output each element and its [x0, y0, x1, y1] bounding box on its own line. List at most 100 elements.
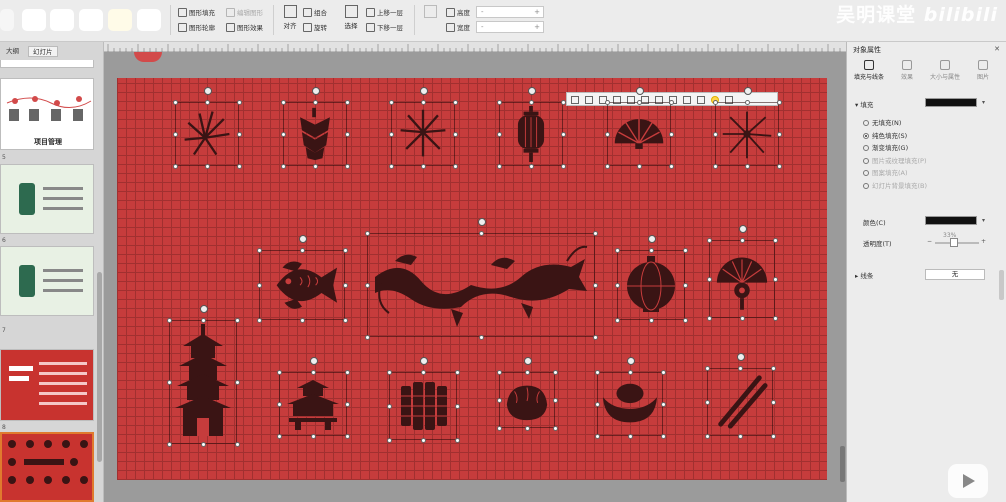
round-fan-icon[interactable] [706, 225, 778, 321]
tab-picture[interactable]: 图片 [965, 60, 1001, 81]
line-section-header[interactable]: ▸ 线条 [855, 270, 873, 280]
resize-handle[interactable] [528, 163, 534, 169]
width-spinner[interactable]: - + [476, 21, 544, 33]
resize-handle[interactable] [660, 401, 666, 407]
rotate-handle-icon[interactable] [311, 87, 320, 95]
lantern-icon[interactable] [496, 87, 566, 169]
radio-icon[interactable] [863, 170, 869, 176]
resize-handle[interactable] [166, 379, 172, 385]
resize-handle[interactable] [712, 163, 718, 169]
resize-handle[interactable] [704, 365, 710, 371]
rotate-handle-icon[interactable] [523, 357, 532, 365]
shape-transform-button[interactable] [418, 5, 442, 37]
resize-handle[interactable] [388, 131, 394, 137]
resize-handle[interactable] [560, 163, 566, 169]
resize-handle[interactable] [454, 437, 460, 443]
gold-ingot-icon[interactable] [594, 357, 666, 439]
tab-slides[interactable]: 幻灯片 [28, 46, 58, 57]
radio-icon[interactable] [863, 157, 869, 164]
fill-option-radio[interactable]: 渐变填充(G) [863, 142, 908, 152]
resize-handle[interactable] [739, 237, 745, 243]
shape-outline-button[interactable]: 图形轮廓 [178, 23, 215, 34]
resize-handle[interactable] [234, 379, 240, 385]
resize-handle[interactable] [668, 131, 674, 137]
panel-close-icon[interactable]: ✕ [994, 45, 1000, 53]
plus-icon[interactable]: + [534, 22, 540, 32]
resize-handle[interactable] [592, 282, 598, 288]
height-spinner[interactable]: - + [476, 6, 544, 18]
select-button[interactable]: 选择 [339, 5, 363, 37]
pagoda-icon[interactable] [166, 305, 240, 447]
slide-thumbnail[interactable]: 项目管理 [0, 78, 94, 150]
resize-handle[interactable] [604, 163, 610, 169]
resize-handle[interactable] [682, 247, 688, 253]
resize-handle[interactable] [524, 425, 530, 431]
fill-option-radio[interactable]: 图片或纹理填充(P) [863, 155, 927, 165]
resize-handle[interactable] [712, 131, 718, 137]
rotate-handle-icon[interactable] [419, 87, 428, 95]
rotate-handle-icon[interactable] [743, 87, 752, 95]
resize-handle[interactable] [280, 163, 286, 169]
resize-handle[interactable] [344, 131, 350, 137]
slide-thumbnail[interactable] [0, 246, 94, 316]
resize-handle[interactable] [344, 99, 350, 105]
resize-handle[interactable] [592, 230, 598, 236]
resize-handle[interactable] [236, 163, 242, 169]
resize-handle[interactable] [648, 317, 654, 323]
resize-handle[interactable] [364, 230, 370, 236]
rotate-handle-icon[interactable] [419, 357, 428, 365]
shape-fill-button[interactable]: 图形填充 [178, 8, 215, 19]
style-swatch-6[interactable] [137, 9, 161, 31]
resize-handle[interactable] [594, 369, 600, 375]
dumpling-icon[interactable] [496, 357, 558, 431]
resize-handle[interactable] [342, 247, 348, 253]
style-swatch-4[interactable] [79, 9, 103, 31]
resize-handle[interactable] [364, 334, 370, 340]
resize-handle[interactable] [614, 247, 620, 253]
resize-handle[interactable] [454, 403, 460, 409]
resize-handle[interactable] [420, 369, 426, 375]
style-swatch-1[interactable] [0, 9, 14, 31]
resize-handle[interactable] [648, 247, 654, 253]
minus-icon[interactable]: − [927, 238, 932, 245]
resize-handle[interactable] [772, 237, 778, 243]
resize-handle[interactable] [452, 131, 458, 137]
rotate-handle-icon[interactable] [647, 235, 656, 243]
resize-handle[interactable] [552, 425, 558, 431]
color-picker-box[interactable] [925, 216, 977, 225]
thumbnail-scrollbar[interactable] [97, 272, 102, 462]
firecracker-bundle-icon[interactable] [386, 357, 460, 443]
ungroup-icon[interactable] [697, 96, 705, 104]
resize-handle[interactable] [386, 369, 392, 375]
edit-shape-button[interactable]: 编辑图形 [226, 8, 263, 19]
fill-section-header[interactable]: ▾ 填充 [855, 99, 873, 109]
fill-color-box[interactable] [925, 98, 977, 107]
resize-handle[interactable] [614, 282, 620, 288]
resize-handle[interactable] [496, 131, 502, 137]
resize-handle[interactable] [172, 131, 178, 137]
resize-handle[interactable] [420, 99, 426, 105]
align-button[interactable]: 对齐 [278, 5, 302, 37]
resize-handle[interactable] [310, 433, 316, 439]
resize-handle[interactable] [364, 282, 370, 288]
resize-handle[interactable] [344, 163, 350, 169]
firework-burst-icon[interactable] [388, 87, 458, 169]
resize-handle[interactable] [420, 437, 426, 443]
rotate-handle-icon[interactable] [298, 235, 307, 243]
fill-option-radio[interactable]: 纯色填充(S) [863, 130, 907, 140]
resize-handle[interactable] [342, 282, 348, 288]
resize-handle[interactable] [234, 441, 240, 447]
resize-handle[interactable] [744, 99, 750, 105]
slide-thumbnail-selected[interactable] [0, 432, 94, 502]
resize-handle[interactable] [772, 315, 778, 321]
rotate-handle-icon[interactable] [626, 357, 635, 365]
rotate-handle-icon[interactable] [309, 357, 318, 365]
fill-option-radio[interactable]: 幻灯片背景填充(B) [863, 180, 927, 190]
line-select[interactable]: 无 [925, 269, 985, 280]
resize-handle[interactable] [604, 131, 610, 137]
resize-handle[interactable] [737, 433, 743, 439]
firework-icon[interactable] [172, 87, 242, 169]
bring-forward-button[interactable]: 上移一层 [366, 8, 403, 19]
resize-handle[interactable] [344, 433, 350, 439]
resize-handle[interactable] [496, 163, 502, 169]
